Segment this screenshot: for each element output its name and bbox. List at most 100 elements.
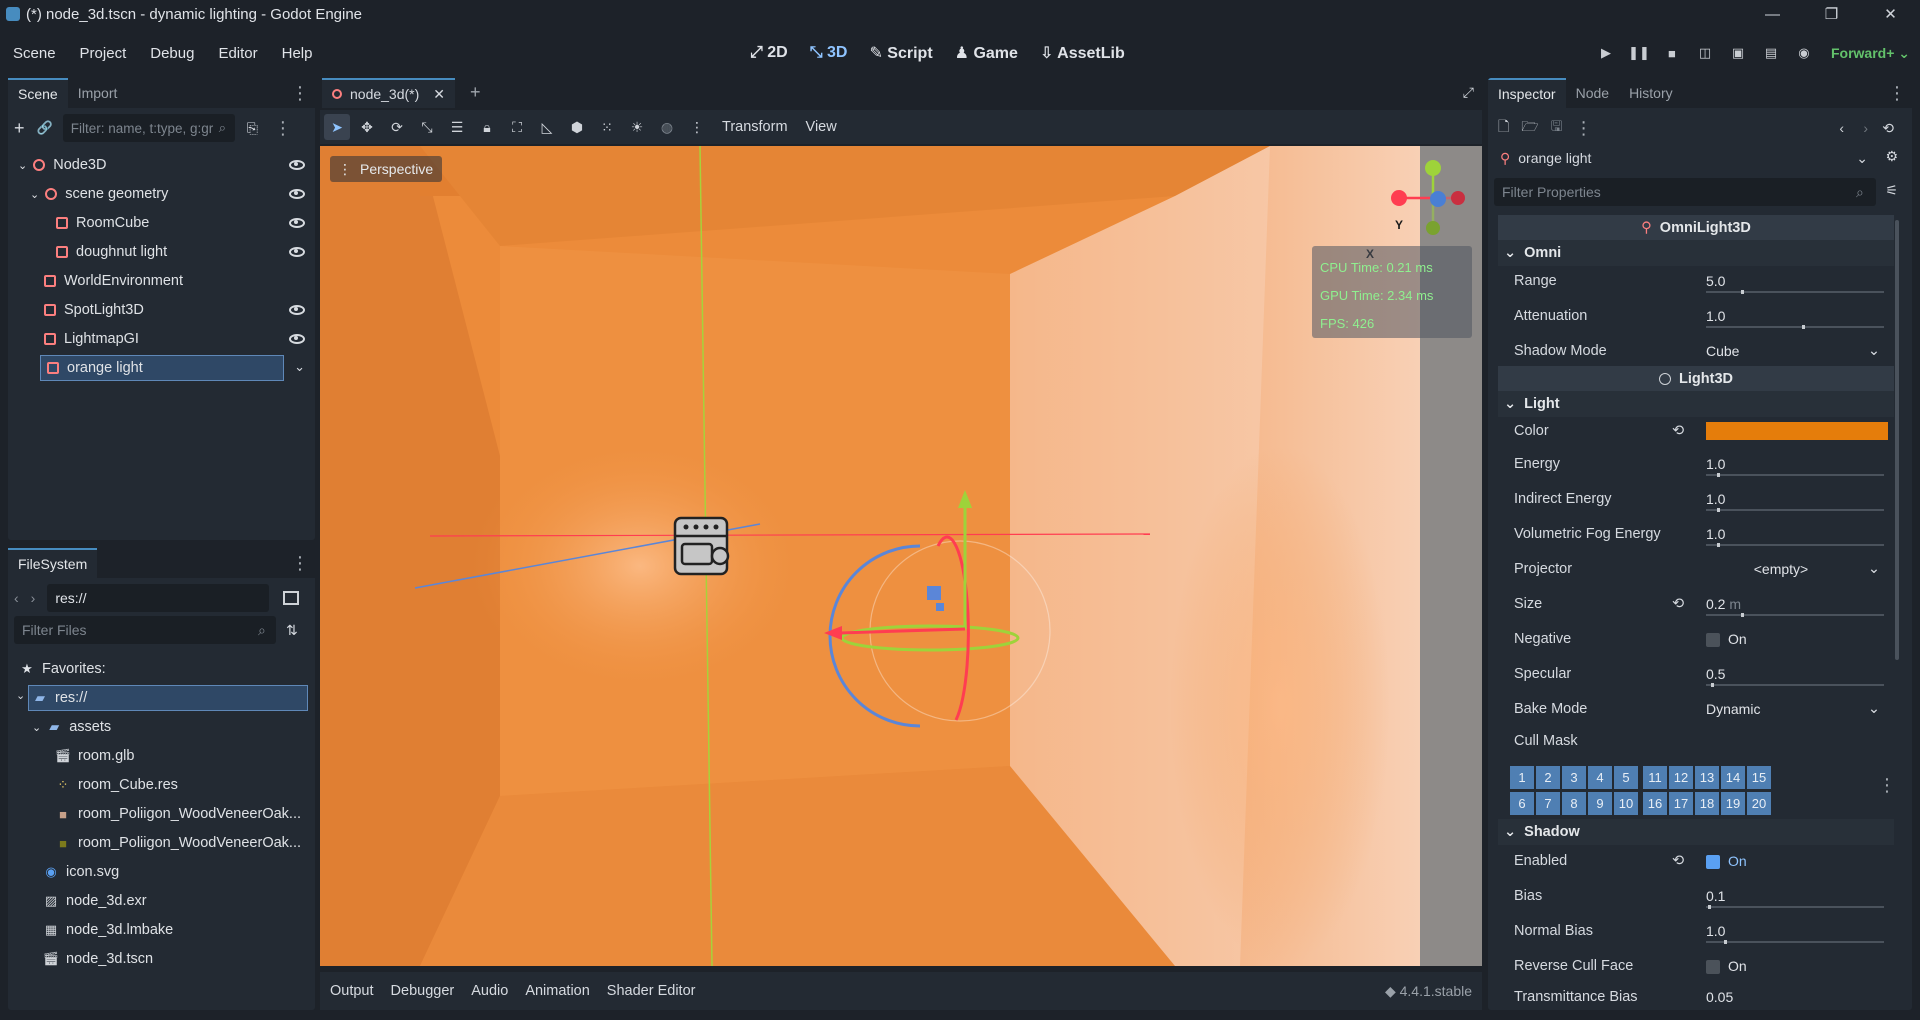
- cull-layer-button[interactable]: 15: [1747, 766, 1771, 789]
- list-select-icon[interactable]: ☰: [444, 114, 470, 140]
- scene-options-icon[interactable]: ⋮: [274, 119, 292, 137]
- cull-layer-button[interactable]: 6: [1510, 792, 1534, 815]
- workspace-3d[interactable]: ⤡ 3D: [810, 44, 848, 62]
- prop-transmittance-bias[interactable]: Transmittance Bias 0.05: [1510, 984, 1890, 1010]
- tab-filesystem[interactable]: FileSystem: [8, 548, 98, 578]
- tab-import[interactable]: Import: [68, 78, 128, 108]
- resource-menu-icon[interactable]: ⋮: [1575, 119, 1593, 137]
- play-icon[interactable]: ▶: [1594, 41, 1618, 65]
- inspector-scrollbar[interactable]: [1895, 220, 1899, 660]
- cull-layer-button[interactable]: 9: [1588, 792, 1612, 815]
- history-forward-icon[interactable]: ›: [1863, 120, 1868, 136]
- specular-slider[interactable]: [1706, 683, 1884, 687]
- visibility-eye-icon[interactable]: [289, 189, 305, 199]
- distraction-free-icon[interactable]: ⤢: [1463, 84, 1474, 101]
- ruler-icon[interactable]: ◺: [534, 114, 560, 140]
- cull-layer-button[interactable]: 1: [1510, 766, 1534, 789]
- group-omni[interactable]: ⌄ Omni: [1498, 240, 1894, 266]
- workspace-script[interactable]: ✎ Script: [869, 43, 932, 63]
- prop-reverse-cull-face[interactable]: Reverse Cull Face On: [1510, 949, 1890, 983]
- filter-properties-input[interactable]: Filter Properties ⌕: [1494, 178, 1876, 206]
- scene-node[interactable]: doughnut light: [12, 239, 311, 265]
- scene-filter-input[interactable]: Filter: name, t:type, g:gr ⌕: [62, 114, 235, 142]
- environment-preview-icon[interactable]: ◍: [654, 114, 680, 140]
- scene-node[interactable]: ⌄ Node3D: [12, 152, 311, 178]
- menu-help[interactable]: Help: [269, 45, 324, 62]
- view-menu[interactable]: View: [806, 119, 837, 135]
- remote-debug-icon[interactable]: ◫: [1693, 41, 1717, 65]
- perspective-menu[interactable]: ⋮ Perspective: [330, 156, 443, 182]
- attenuation-slider[interactable]: [1706, 325, 1884, 329]
- scene-node[interactable]: orange light: [40, 355, 284, 381]
- prop-shadow-enabled[interactable]: Enabled ⟲ On: [1510, 844, 1890, 878]
- chevron-down-icon[interactable]: ⌄: [18, 159, 27, 172]
- file-item[interactable]: ▰ res://: [28, 685, 308, 711]
- visibility-eye-icon[interactable]: [289, 305, 305, 315]
- prop-energy[interactable]: Energy 1.0: [1510, 447, 1890, 481]
- menu-editor[interactable]: Editor: [205, 45, 268, 62]
- scene-node[interactable]: ⌄ scene geometry: [12, 181, 311, 207]
- cull-layer-button[interactable]: 7: [1536, 792, 1560, 815]
- more-options-icon[interactable]: ⋮: [684, 114, 710, 140]
- chevron-down-icon[interactable]: ⌄: [294, 359, 305, 375]
- scene-node[interactable]: WorldEnvironment: [12, 268, 311, 294]
- file-item[interactable]: ◉ icon.svg: [12, 859, 308, 885]
- cull-layer-button[interactable]: 17: [1669, 792, 1693, 815]
- prop-bake-mode[interactable]: Bake Mode Dynamic ⌄: [1510, 692, 1890, 726]
- visibility-eye-icon[interactable]: [289, 218, 305, 228]
- back-icon[interactable]: ‹: [14, 590, 19, 606]
- path-input[interactable]: res://: [47, 584, 270, 612]
- prop-normal-bias[interactable]: Normal Bias 1.0: [1510, 914, 1890, 948]
- revert-icon[interactable]: ⟲: [1672, 423, 1684, 439]
- sort-icon[interactable]: ⇅: [286, 622, 298, 639]
- color-picker-button[interactable]: [1706, 422, 1888, 440]
- tab-animation[interactable]: Animation: [525, 983, 589, 999]
- move-tool-icon[interactable]: ✥: [354, 114, 380, 140]
- workspace-game[interactable]: ♟ Game: [955, 43, 1018, 63]
- split-mode-icon[interactable]: [283, 591, 300, 605]
- prop-attenuation[interactable]: Attenuation 1.0: [1510, 299, 1890, 333]
- prop-shadow-mode[interactable]: Shadow Mode Cube ⌄: [1510, 334, 1890, 368]
- group-shadow[interactable]: ⌄ Shadow: [1498, 819, 1894, 845]
- rotate-tool-icon[interactable]: ⟳: [384, 114, 410, 140]
- pause-icon[interactable]: ❚❚: [1627, 41, 1651, 65]
- cull-layer-button[interactable]: 8: [1562, 792, 1586, 815]
- prop-bias[interactable]: Bias 0.1: [1510, 879, 1890, 913]
- file-item[interactable]: 🎬︎ room.glb: [12, 743, 308, 769]
- lock-icon[interactable]: 🔒︎: [474, 114, 500, 140]
- energy-slider[interactable]: [1706, 473, 1884, 477]
- attach-script-icon[interactable]: ⎘: [247, 120, 258, 137]
- forward-icon[interactable]: ›: [31, 590, 36, 606]
- play-custom-scene-icon[interactable]: ▤: [1759, 41, 1783, 65]
- file-item[interactable]: 🎬︎ node_3d.tscn: [12, 946, 308, 972]
- close-tab-icon[interactable]: ✕: [433, 86, 445, 103]
- dock-menu-icon[interactable]: ⋮: [1888, 84, 1906, 102]
- dock-menu-icon[interactable]: ⋮: [291, 84, 309, 102]
- prop-color[interactable]: Color ⟲: [1510, 414, 1890, 448]
- size-slider[interactable]: [1706, 613, 1884, 617]
- cull-layer-button[interactable]: 4: [1588, 766, 1612, 789]
- menu-scene[interactable]: Scene: [0, 45, 67, 62]
- link-icon[interactable]: 🔗: [37, 120, 53, 136]
- visibility-eye-icon[interactable]: [289, 247, 305, 257]
- snap-icon[interactable]: ⁙: [594, 114, 620, 140]
- dock-menu-icon[interactable]: ⋮: [291, 554, 309, 572]
- new-tab-icon[interactable]: +: [470, 82, 481, 103]
- indirect-energy-slider[interactable]: [1706, 508, 1884, 512]
- select-tool-icon[interactable]: ➤: [324, 114, 350, 140]
- tab-debugger[interactable]: Debugger: [391, 983, 455, 999]
- cull-layer-button[interactable]: 2: [1536, 766, 1560, 789]
- bias-slider[interactable]: [1706, 905, 1884, 909]
- file-item[interactable]: ■ room_Poliigon_WoodVeneerOak...: [12, 801, 308, 827]
- scene-tab[interactable]: node_3d(*) ✕: [322, 78, 456, 108]
- revert-icon[interactable]: ⟲: [1672, 853, 1684, 869]
- tab-scene[interactable]: Scene: [8, 78, 68, 108]
- tab-audio[interactable]: Audio: [471, 983, 508, 999]
- prop-specular[interactable]: Specular 0.5: [1510, 657, 1890, 691]
- node-selector[interactable]: ⚲ orange light ⌄: [1494, 144, 1876, 172]
- file-item[interactable]: ★ Favorites:: [12, 656, 308, 682]
- prop-volumetric-fog-energy[interactable]: Volumetric Fog Energy 1.0: [1510, 517, 1890, 551]
- range-slider[interactable]: [1706, 290, 1884, 294]
- history-back-icon[interactable]: ‹: [1839, 120, 1844, 136]
- close-button[interactable]: ✕: [1861, 0, 1920, 28]
